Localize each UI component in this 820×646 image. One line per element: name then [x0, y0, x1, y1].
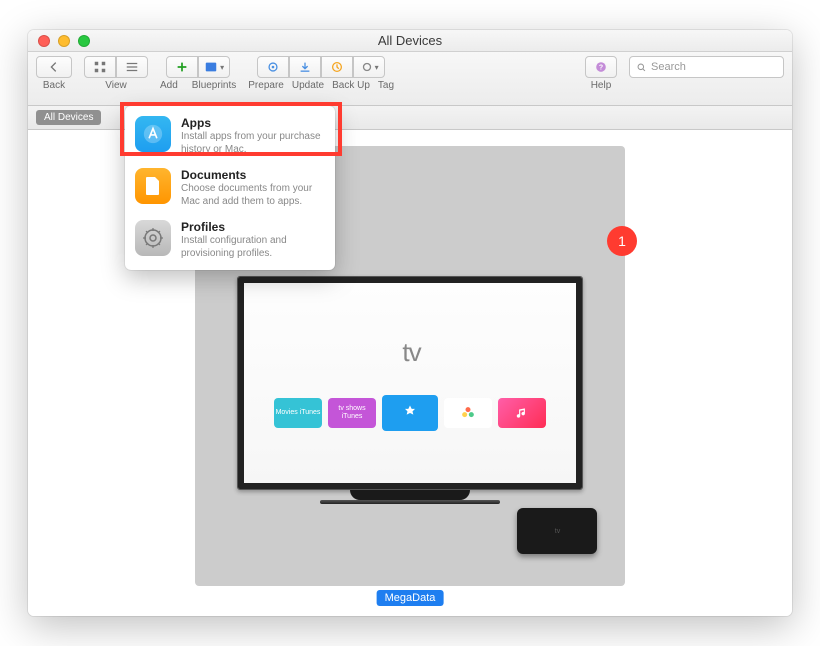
add-label: Add — [160, 80, 178, 91]
add-button[interactable] — [166, 56, 198, 78]
update-button[interactable] — [289, 56, 321, 78]
gear-icon — [266, 60, 280, 74]
tv-app-tvshows: tv shows iTunes — [328, 398, 376, 428]
add-menu-dropdown: Apps Install apps from your purchase his… — [125, 106, 335, 270]
list-icon — [125, 60, 139, 74]
chevron-left-icon — [47, 60, 61, 74]
update-label: Update — [292, 80, 324, 91]
tv-app-movies: Movies iTunes — [274, 398, 322, 428]
titlebar: All Devices — [28, 30, 792, 52]
help-label: Help — [591, 80, 612, 91]
apple-tv-box: tv — [517, 508, 597, 554]
documents-icon — [135, 168, 171, 204]
device-preview: tv Movies iTunes tv shows iTunes — [237, 276, 583, 504]
view-grid-button[interactable] — [84, 56, 116, 78]
plus-icon — [175, 60, 189, 74]
tv-app-music — [498, 398, 546, 428]
tv-app-dock: Movies iTunes tv shows iTunes — [274, 398, 546, 431]
tag-button[interactable]: ▾ — [353, 56, 385, 78]
svg-text:?: ? — [599, 65, 603, 72]
tv-app-appstore — [382, 395, 438, 431]
help-button[interactable]: ? — [585, 56, 617, 78]
back-label: Back — [43, 80, 65, 91]
search-input[interactable]: Search — [629, 56, 784, 78]
window-title: All Devices — [28, 33, 792, 48]
view-list-button[interactable] — [116, 56, 148, 78]
menu-item-documents[interactable]: Documents Choose documents from your Mac… — [125, 162, 335, 214]
view-label: View — [105, 80, 127, 91]
tv-app-photos — [444, 398, 492, 428]
tag-icon — [360, 60, 374, 74]
music-icon — [515, 406, 529, 420]
tv-stand — [350, 490, 470, 500]
menu-item-subtitle: Choose documents from your Mac and add t… — [181, 183, 325, 208]
back-button[interactable] — [36, 56, 72, 78]
notification-badge: 1 — [607, 226, 637, 256]
blueprints-label: Blueprints — [192, 80, 236, 91]
profiles-icon — [135, 220, 171, 256]
photos-icon — [458, 403, 478, 423]
tv-logo-text: tv — [402, 337, 420, 368]
backup-icon — [330, 60, 344, 74]
tv-base — [320, 500, 500, 504]
grid-icon — [93, 60, 107, 74]
device-label[interactable]: MegaData — [377, 590, 444, 606]
apple-tv-logo: tv — [399, 337, 420, 368]
help-icon: ? — [594, 60, 608, 74]
backup-label: Back Up — [332, 80, 370, 91]
search-placeholder: Search — [651, 61, 686, 73]
menu-item-title: Apps — [181, 116, 325, 130]
apps-icon — [135, 116, 171, 152]
menu-item-title: Documents — [181, 168, 325, 182]
app-window: All Devices Back View ▾ Add Blueprints — [28, 30, 792, 616]
tag-label: Tag — [378, 80, 394, 91]
menu-item-apps[interactable]: Apps Install apps from your purchase his… — [125, 110, 335, 162]
menu-item-subtitle: Install apps from your purchase history … — [181, 131, 325, 156]
blueprint-icon — [204, 60, 218, 74]
backup-button[interactable] — [321, 56, 353, 78]
update-icon — [298, 60, 312, 74]
appstore-icon — [400, 403, 420, 423]
menu-item-profiles[interactable]: Profiles Install configuration and provi… — [125, 214, 335, 266]
menu-item-title: Profiles — [181, 220, 325, 234]
toolbar: Back View ▾ AddBlueprints ▾ PrepareUpdat — [28, 52, 792, 106]
prepare-button[interactable] — [257, 56, 289, 78]
tv-screen: tv Movies iTunes tv shows iTunes — [237, 276, 583, 490]
search-icon — [636, 62, 647, 73]
breadcrumb[interactable]: All Devices — [36, 110, 101, 125]
blueprints-button[interactable]: ▾ — [198, 56, 230, 78]
prepare-label: Prepare — [248, 80, 284, 91]
menu-item-subtitle: Install configuration and provisioning p… — [181, 235, 325, 260]
